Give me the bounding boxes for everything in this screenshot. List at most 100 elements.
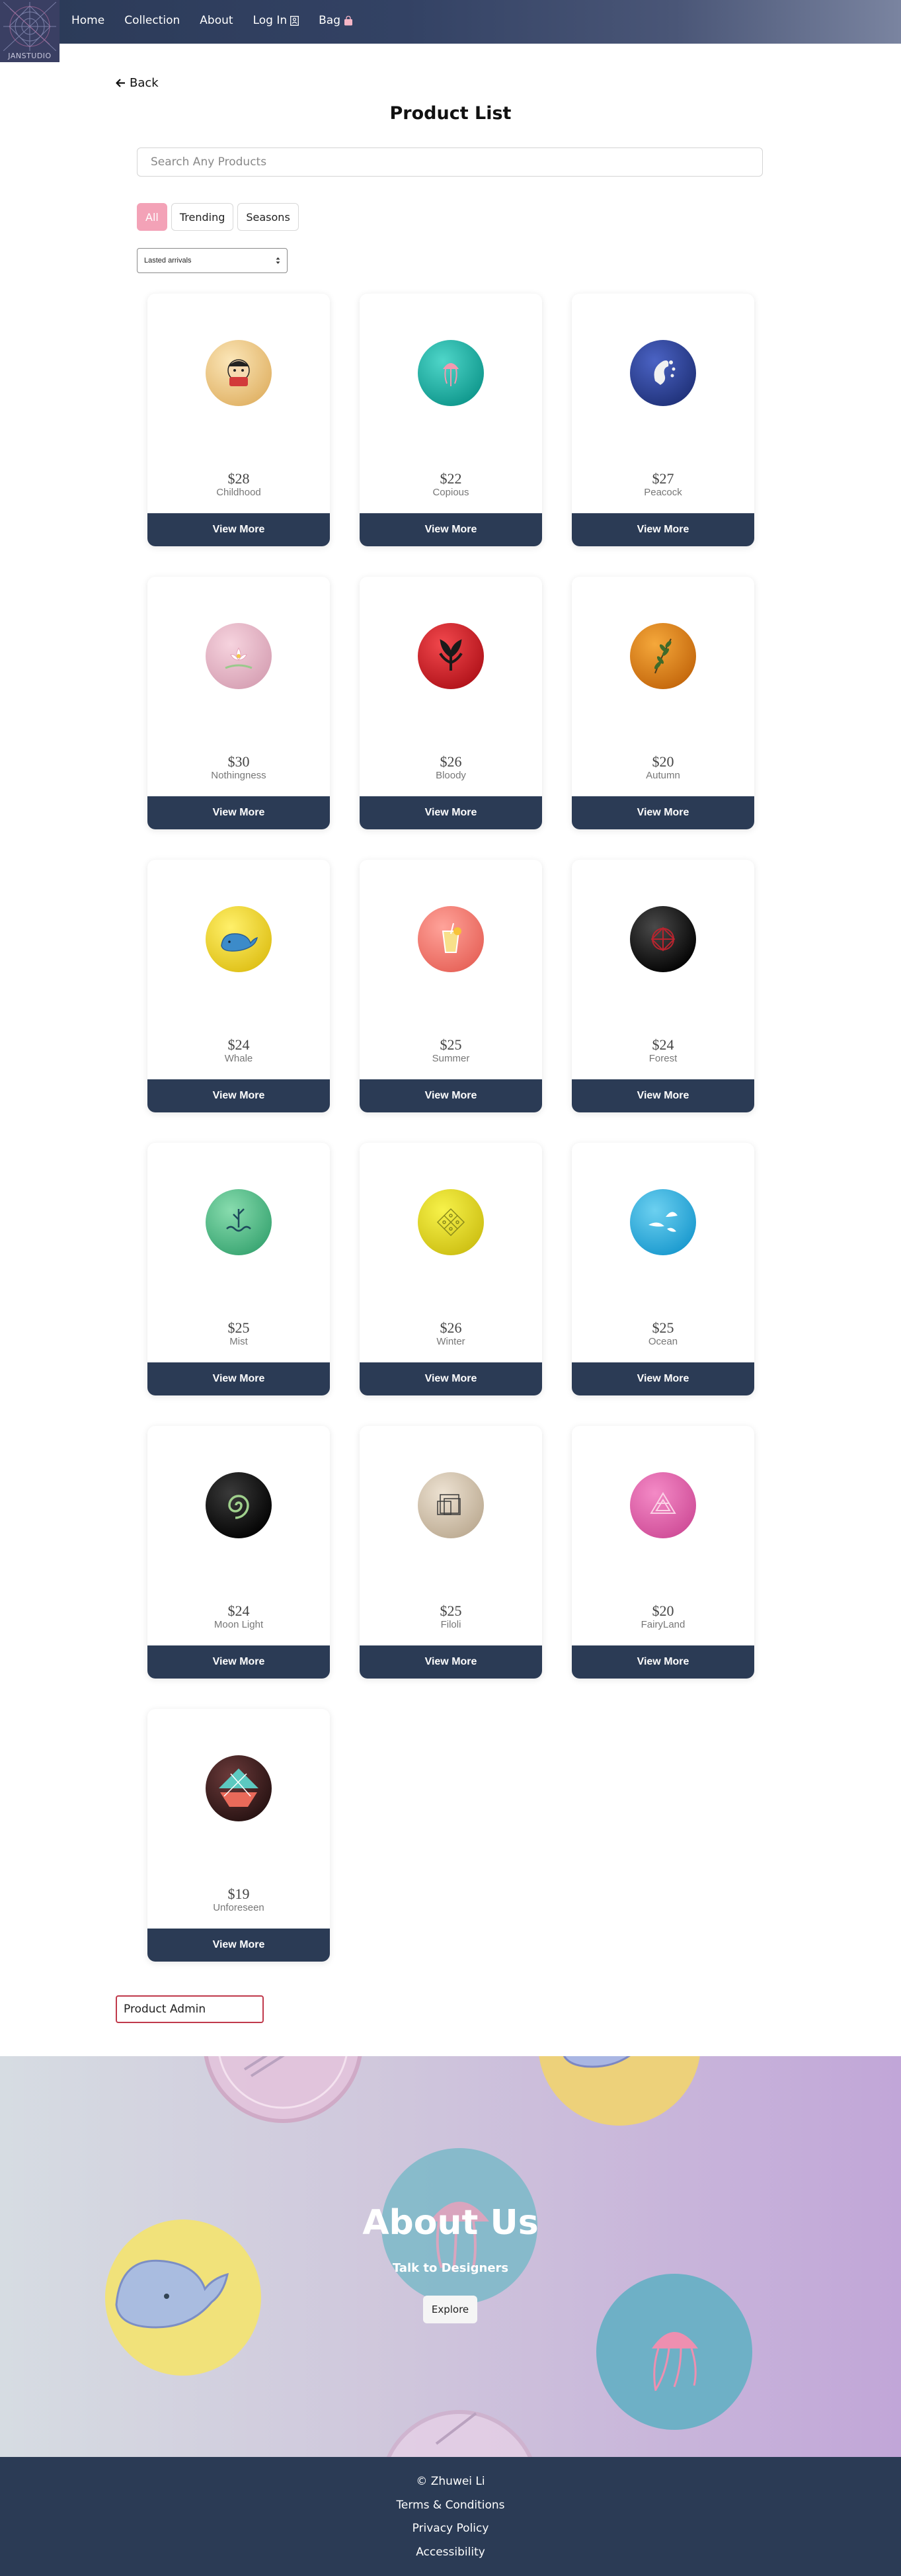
- view-more-button[interactable]: View More: [360, 513, 542, 546]
- product-price: $24: [227, 1602, 250, 1619]
- unforeseen-badge-icon: [206, 1755, 272, 1821]
- product-price: $19: [227, 1886, 250, 1902]
- product-card: $26 Winter View More: [360, 1143, 542, 1395]
- nav-about-label: About: [200, 14, 233, 27]
- filter-seasons-button[interactable]: Seasons: [237, 203, 299, 231]
- product-card: $19 Unforeseen View More: [147, 1709, 330, 1962]
- moon-light-badge-icon: [206, 1472, 272, 1538]
- nav-home-link[interactable]: Home: [71, 14, 104, 27]
- product-card: $25 Mist View More: [147, 1143, 330, 1395]
- winter-badge-icon: [418, 1189, 484, 1255]
- badges-background-image: [105, 2056, 752, 2457]
- product-price: $25: [440, 1036, 462, 1053]
- back-label: Back: [130, 76, 159, 90]
- footer-accessibility-link[interactable]: Accessibility: [0, 2546, 901, 2569]
- bloody-badge-icon: [418, 623, 484, 689]
- view-more-button[interactable]: View More: [572, 513, 754, 546]
- view-more-button[interactable]: View More: [147, 1929, 330, 1962]
- product-name: Nothingness: [211, 770, 266, 781]
- product-name: Whale: [224, 1053, 253, 1064]
- user-icon: [290, 15, 299, 26]
- product-card: $25 Summer View More: [360, 860, 542, 1112]
- product-price: $26: [440, 753, 462, 770]
- product-card: $20 Autumn View More: [572, 577, 754, 829]
- filoli-badge-icon: [418, 1472, 484, 1538]
- back-link[interactable]: Back: [116, 76, 159, 90]
- nav-home-label: Home: [71, 14, 105, 27]
- ocean-badge-icon: [630, 1189, 696, 1255]
- product-name: FairyLand: [641, 1619, 686, 1630]
- view-more-button[interactable]: View More: [360, 796, 542, 829]
- product-name: Autumn: [646, 770, 680, 781]
- product-card: $22 Copious View More: [360, 294, 542, 546]
- sort-selected-value: Lasted arrivals: [144, 257, 192, 265]
- product-price: $28: [227, 470, 250, 487]
- filter-all-button[interactable]: All: [137, 203, 167, 231]
- product-name: Ocean: [648, 1336, 678, 1347]
- product-name: Copious: [432, 487, 469, 498]
- view-more-button[interactable]: View More: [147, 1079, 330, 1112]
- view-more-button[interactable]: View More: [147, 1362, 330, 1395]
- product-name: Winter: [436, 1336, 465, 1347]
- page-title: Product List: [389, 103, 512, 124]
- fairyland-badge-icon: [630, 1472, 696, 1538]
- summer-badge-icon: [418, 906, 484, 972]
- product-admin-button[interactable]: Product Admin: [116, 1995, 264, 2023]
- nothingness-badge-icon: [206, 623, 272, 689]
- product-name: Mist: [229, 1336, 248, 1347]
- product-name: Bloody: [436, 770, 466, 781]
- filter-trending-button[interactable]: Trending: [171, 203, 234, 231]
- peacock-badge-icon: [630, 340, 696, 406]
- product-price: $22: [440, 470, 462, 487]
- nav-bag-link[interactable]: Bag: [319, 14, 353, 27]
- view-more-button[interactable]: View More: [360, 1079, 542, 1112]
- product-price: $27: [652, 470, 674, 487]
- product-price: $25: [652, 1319, 674, 1336]
- arrow-left-icon: [116, 79, 125, 87]
- view-more-button[interactable]: View More: [147, 796, 330, 829]
- view-more-button[interactable]: View More: [147, 513, 330, 546]
- product-name: Unforeseen: [213, 1902, 264, 1913]
- view-more-button[interactable]: View More: [572, 1079, 754, 1112]
- product-list-section: Back Product List All Trending Seasons L…: [0, 44, 901, 2056]
- product-name: Filoli: [440, 1619, 461, 1630]
- product-card: $26 Bloody View More: [360, 577, 542, 829]
- view-more-button[interactable]: View More: [147, 1645, 330, 1679]
- filter-tabs: All Trending Seasons: [137, 203, 299, 231]
- nav-about-link[interactable]: About: [200, 14, 233, 27]
- mist-badge-icon: [206, 1189, 272, 1255]
- whale-badge-icon: [206, 906, 272, 972]
- footer-terms-link[interactable]: Terms & Conditions: [0, 2499, 901, 2522]
- product-price: $20: [652, 753, 674, 770]
- sort-arrows-icon: [276, 257, 280, 264]
- product-price: $24: [652, 1036, 674, 1053]
- footer-copyright: © Zhuwei Li: [416, 2475, 485, 2488]
- about-subtitle: Talk to Designers: [392, 2261, 509, 2275]
- copious-badge-icon: [418, 340, 484, 406]
- sort-select[interactable]: Lasted arrivals: [137, 248, 288, 273]
- product-card: $24 Forest View More: [572, 860, 754, 1112]
- top-navbar: JANSTUDIO Home Collection About Log In B…: [0, 0, 901, 62]
- nav-login-link[interactable]: Log In: [253, 14, 299, 27]
- view-more-button[interactable]: View More: [360, 1362, 542, 1395]
- view-more-button[interactable]: View More: [360, 1645, 542, 1679]
- footer-privacy-link[interactable]: Privacy Policy: [0, 2522, 901, 2546]
- nav-bag-label: Bag: [319, 14, 340, 27]
- product-price: $24: [227, 1036, 250, 1053]
- product-name: Summer: [432, 1053, 470, 1064]
- nav-collection-link[interactable]: Collection: [124, 14, 180, 27]
- search-input[interactable]: [137, 147, 763, 177]
- product-card: $25 Ocean View More: [572, 1143, 754, 1395]
- nav-login-label: Log In: [253, 14, 288, 27]
- product-price: $20: [652, 1602, 674, 1619]
- product-card: $27 Peacock View More: [572, 294, 754, 546]
- view-more-button[interactable]: View More: [572, 1362, 754, 1395]
- view-more-button[interactable]: View More: [572, 1645, 754, 1679]
- product-card: $30 Nothingness View More: [147, 577, 330, 829]
- footer: © Zhuwei Li Terms & Conditions Privacy P…: [0, 2457, 901, 2576]
- product-price: $25: [440, 1602, 462, 1619]
- view-more-button[interactable]: View More: [572, 796, 754, 829]
- product-name: Childhood: [216, 487, 261, 498]
- product-price: $30: [227, 753, 250, 770]
- explore-button[interactable]: Explore: [423, 2296, 477, 2323]
